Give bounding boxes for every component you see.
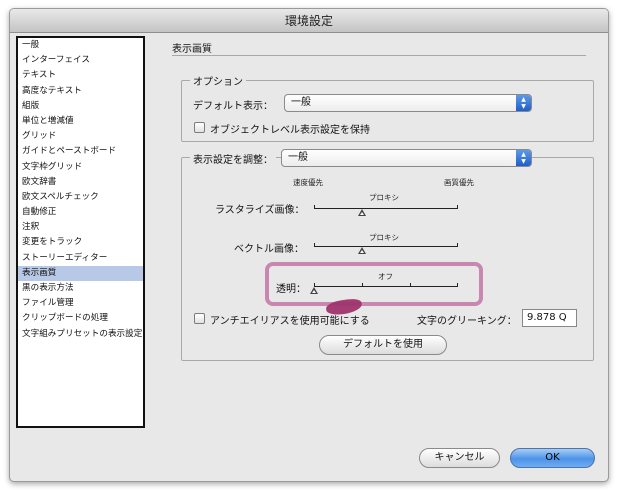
section-divider — [172, 55, 586, 56]
vector-tick — [457, 243, 458, 247]
raster-tick — [457, 205, 458, 209]
sidebar-item-mojikumi-presets[interactable]: 文字組みプリセットの表示設定 — [18, 327, 143, 342]
vector-slider-track[interactable] — [314, 246, 458, 247]
sidebar-item-dictionary[interactable]: 欧文辞書 — [18, 175, 143, 190]
sidebar-item-notes[interactable]: 注釈 — [18, 220, 143, 235]
default-view-label: デフォルト表示： — [193, 101, 273, 112]
raster-value-label: プロキシ — [369, 193, 399, 202]
transparency-tick — [362, 283, 363, 287]
speed-priority-label: 速度優先 — [293, 178, 323, 187]
antialias-label: アンチエイリアスを使用可能にする — [210, 316, 370, 327]
transparency-value-label: オフ — [378, 272, 393, 281]
sidebar-item-frame-grid[interactable]: 文字枠グリッド — [18, 160, 143, 175]
sidebar-item-grids[interactable]: グリッド — [18, 129, 143, 144]
transparency-tick — [410, 283, 411, 287]
sidebar-item-file-handling[interactable]: ファイル管理 — [18, 296, 143, 311]
raster-slider-thumb[interactable] — [357, 209, 366, 216]
preferences-sidebar[interactable]: 一般 インターフェイス テキスト 高度なテキスト 組版 単位と増減値 グリッド … — [16, 36, 145, 428]
raster-images-label: ラスタライズ画像： — [215, 205, 305, 216]
transparency-tick — [457, 283, 458, 287]
sidebar-item-track-changes[interactable]: 変更をトラック — [18, 235, 143, 250]
cancel-button[interactable]: キャンセル — [419, 448, 500, 468]
vector-value-label: プロキシ — [369, 233, 399, 242]
adjust-view-legend: 表示設定を調整： — [190, 151, 276, 166]
transparency-slider-track[interactable] — [314, 286, 458, 287]
sidebar-item-composition[interactable]: 組版 — [18, 99, 143, 114]
raster-tick — [314, 205, 315, 209]
object-level-checkbox[interactable] — [194, 122, 205, 133]
greeking-label: 文字のグリーキング： — [417, 316, 517, 327]
options-legend: オプション — [190, 73, 246, 88]
vector-graphics-label: ベクトル画像： — [234, 244, 304, 255]
quality-priority-label: 画質優先 — [444, 178, 474, 187]
sidebar-item-text[interactable]: テキスト — [18, 68, 143, 83]
sidebar-item-story-editor[interactable]: ストーリーエディター — [18, 251, 143, 266]
adjust-view-value: 一般 — [288, 152, 308, 163]
sidebar-item-guides-pasteboard[interactable]: ガイドとペーストボード — [18, 144, 143, 159]
sidebar-item-general[interactable]: 一般 — [18, 38, 143, 53]
section-title: 表示画質 — [172, 44, 212, 55]
vector-slider-thumb[interactable] — [357, 247, 366, 254]
sidebar-item-autocorrect[interactable]: 自動修正 — [18, 205, 143, 220]
sidebar-item-spelling[interactable]: 欧文スペルチェック — [18, 190, 143, 205]
updown-arrows-icon: ▲ ▼ — [516, 150, 531, 166]
use-defaults-button[interactable]: デフォルトを使用 — [319, 335, 447, 355]
ok-button[interactable]: OK — [510, 448, 595, 468]
default-view-value: 一般 — [291, 97, 311, 108]
sidebar-item-display-performance[interactable]: 表示画質 — [18, 265, 143, 281]
sidebar-item-interface[interactable]: インターフェイス — [18, 53, 143, 68]
sidebar-item-advanced-text[interactable]: 高度なテキスト — [18, 84, 143, 99]
adjust-view-group — [181, 157, 594, 361]
greeking-field[interactable]: 9.878 Q — [522, 309, 577, 327]
adjust-view-select[interactable]: 一般 ▲ ▼ — [281, 149, 532, 167]
updown-arrows-icon: ▲ ▼ — [516, 95, 531, 111]
vector-tick — [314, 243, 315, 247]
default-view-select[interactable]: 一般 ▲ ▼ — [284, 94, 532, 112]
window-title: 環境設定 — [10, 9, 608, 33]
sidebar-item-clipboard-handling[interactable]: クリップボードの処理 — [18, 311, 143, 326]
sidebar-item-units-increments[interactable]: 単位と増減値 — [18, 114, 143, 129]
sidebar-item-appearance-of-black[interactable]: 黒の表示方法 — [18, 281, 143, 296]
antialias-checkbox[interactable] — [194, 313, 205, 324]
object-level-label: オブジェクトレベル表示設定を保持 — [210, 125, 370, 136]
raster-slider-track[interactable] — [314, 208, 458, 209]
transparency-slider-thumb[interactable] — [310, 287, 318, 294]
transparency-label: 透明： — [276, 284, 306, 295]
